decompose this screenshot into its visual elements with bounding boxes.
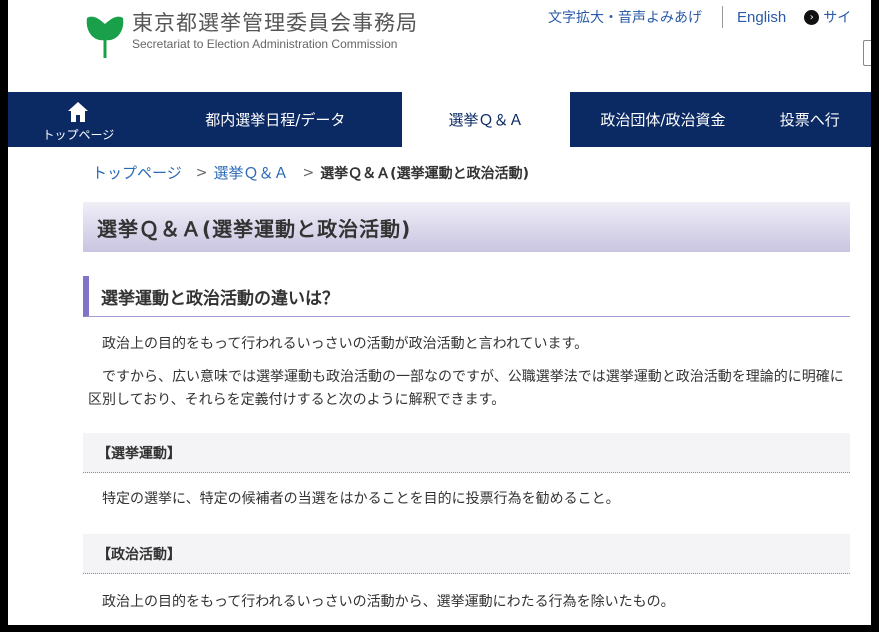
paragraph-2: ですから、広い意味では選挙運動も政治活動の一部なのですが、公職選挙法では選挙運動… — [88, 369, 844, 408]
site-logo[interactable]: 東京都選挙管理委員会事務局 Secretariat to Election Ad… — [84, 10, 418, 60]
logo-title-en: Secretariat to Election Administration C… — [132, 37, 398, 51]
breadcrumb-current: 選挙Ｑ＆Ａ(選挙運動と政治活動) — [320, 165, 529, 182]
paragraph-1: 政治上の目的をもって行われるいっさいの活動が政治活動と言われています。 — [102, 336, 589, 352]
site-link-label: サイ — [823, 10, 852, 26]
global-nav: トップページ 都内選挙日程/データ 選挙Ｑ＆Ａ 政治団体/政治資金 投票へ行 — [8, 92, 871, 147]
utility-links: 文字拡大・音声よみあげ English › サイ — [548, 6, 851, 28]
page-frame: 東京都選挙管理委員会事務局 Secretariat to Election Ad… — [8, 0, 871, 625]
nav-home-label: トップページ — [42, 128, 115, 142]
breadcrumb: トップページ > 選挙Ｑ＆Ａ > 選挙Ｑ＆Ａ(選挙運動と政治活動) — [92, 162, 529, 183]
search-input[interactable] — [863, 40, 871, 66]
subheading-political-activity: 【政治活動】 — [83, 534, 850, 574]
nav-item-voting[interactable]: 投票へ行 — [756, 92, 871, 147]
english-link[interactable]: English — [737, 9, 786, 26]
logo-title-jp: 東京都選挙管理委員会事務局 — [132, 11, 418, 35]
text-size-voice-link[interactable]: 文字拡大・音声よみあげ — [548, 7, 702, 27]
campaign-definition: 特定の選挙に、特定の候補者の当選をはかることを目的に投票行為を勧めること。 — [102, 491, 620, 507]
page-title: 選挙Ｑ＆Ａ(選挙運動と政治活動) — [83, 202, 850, 252]
nav-item-political-groups[interactable]: 政治団体/政治資金 — [570, 92, 756, 147]
breadcrumb-top[interactable]: トップページ — [92, 162, 182, 183]
nav-item-home[interactable]: トップページ — [8, 92, 149, 147]
section-heading: 選挙運動と政治活動の違いは？ — [83, 276, 850, 317]
nav-item-qa[interactable]: 選挙Ｑ＆Ａ — [401, 92, 571, 147]
site-link[interactable]: › サイ — [804, 7, 851, 27]
chevron-right-icon: › — [804, 9, 820, 25]
subheading-campaign: 【選挙運動】 — [83, 433, 850, 473]
political-activity-definition: 政治上の目的をもって行われるいっさいの活動から、選挙運動にわたる行為を除いたもの… — [102, 594, 675, 610]
util-divider — [722, 6, 723, 28]
nav-item-schedule[interactable]: 都内選挙日程/データ — [149, 92, 402, 147]
breadcrumb-qa[interactable]: 選挙Ｑ＆Ａ — [213, 162, 288, 183]
breadcrumb-separator: > — [195, 164, 208, 181]
ginkgo-leaf-icon — [86, 16, 124, 58]
home-icon — [68, 102, 89, 122]
breadcrumb-separator: > — [302, 164, 315, 181]
